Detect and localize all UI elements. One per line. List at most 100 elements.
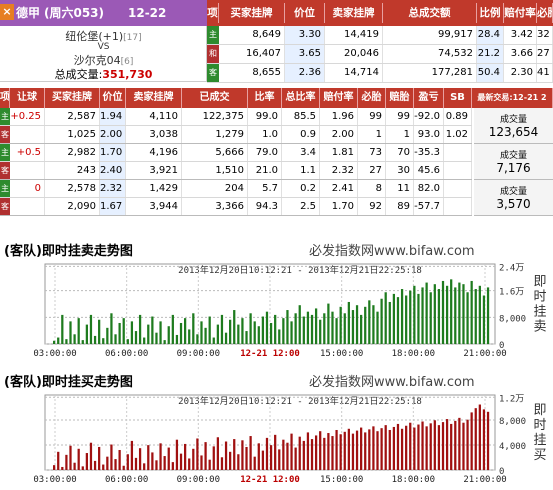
- chart2-bar: [175, 439, 179, 470]
- chart2: 1.2万8,0004,00002013年12月20日10:12:21 - 201…: [33, 394, 547, 485]
- chart1-bar: [220, 314, 224, 344]
- handicap-cell-b: 11: [386, 180, 414, 197]
- chart2-bar: [188, 458, 191, 470]
- handicap-cell-price: 1.70: [100, 144, 126, 161]
- chart1-bar: [241, 318, 244, 344]
- chart2-bar: [454, 420, 457, 470]
- chart1-bar: [212, 337, 215, 344]
- odds-side-badge: 客: [207, 64, 219, 82]
- chart2-bar: [384, 425, 387, 470]
- chart1: 2.4万1.6万8,00002013年12月20日10:12:21 - 2013…: [33, 263, 546, 359]
- chart1-bar: [282, 318, 285, 344]
- chart1-bar: [429, 292, 432, 344]
- chart2-bar: [302, 440, 305, 470]
- chart1-bar: [81, 340, 84, 344]
- chart1-bar: [388, 301, 391, 344]
- chart1-xtick: 15:00:00: [320, 349, 363, 359]
- handicap-row[interactable]: 客 243 2.40 3,921 1,510 21.0 1.1 2.32 27 30 45.6: [0, 162, 472, 180]
- handicap-cell-done: 1,510: [182, 162, 248, 179]
- vs-label: VS: [97, 42, 110, 52]
- volume-box: 成交量 3,570: [474, 180, 553, 216]
- handicap-cell-trate: 0.2: [282, 180, 320, 197]
- chart1-bar: [110, 313, 113, 344]
- handicap-cell-a: 92: [358, 198, 386, 215]
- chart1-bar: [93, 335, 97, 344]
- chart1-bar: [482, 295, 486, 344]
- chart1-bar: [249, 313, 252, 344]
- chart2-bar: [118, 449, 121, 470]
- chart2-bar: [417, 424, 420, 470]
- handicap-cell-sell: 4,110: [126, 108, 182, 125]
- chart1-bar: [134, 331, 138, 344]
- chart1-xtick: 21:00:00: [463, 349, 506, 359]
- chart1-bar: [274, 314, 277, 344]
- chart2-bar: [122, 465, 125, 470]
- handicap-side-badge: 客: [0, 198, 10, 215]
- chart2-bar: [138, 448, 142, 470]
- handicap-row[interactable]: 主 0 2,578 2.32 1,429 204 5.7 0.2 2.41 8 11 82.0: [0, 180, 472, 198]
- handicap-header-13: 最新交易:12-21 2: [472, 88, 553, 108]
- chart2-bar: [229, 451, 232, 470]
- chart1-bar: [167, 326, 170, 344]
- odds-row[interactable]: 客 8,655 2.36 14,714 177,281 50.4 2.30 41: [207, 64, 553, 83]
- chart2-side-label: 即时挂买: [531, 403, 547, 463]
- chart1-bar: [245, 331, 248, 344]
- chart2-bar: [106, 456, 109, 470]
- chart1-bar: [343, 313, 346, 344]
- chart1-bar: [286, 310, 289, 344]
- chart1-bar: [229, 319, 232, 344]
- chart2-xtick: 12-21 12:00: [240, 475, 300, 485]
- handicap-cell-sb: [444, 144, 472, 161]
- chart2-ytick: 8,000: [499, 417, 526, 427]
- chart2-bar: [257, 443, 260, 470]
- handicap-cell-sell: 4,196: [126, 144, 182, 161]
- chart2-bar: [466, 419, 469, 470]
- handicap-row[interactable]: 客 2,090 1.67 3,944 3,366 94.3 2.5 1.70 92 89 -57.7: [0, 198, 472, 216]
- chart2-xtick: 15:00:00: [320, 475, 363, 485]
- handicap-cell-buy: 1,025: [45, 126, 100, 143]
- chart2-bar: [323, 437, 326, 470]
- odds-row[interactable]: 和 16,407 3.65 20,046 74,532 21.2 3.66 27: [207, 45, 553, 64]
- handicap-table-body: 主 +0.25 2,587 1.94 4,110 122,375 99.0 85.5 1.96 9…: [0, 108, 553, 216]
- handicap-header-3: 价位: [100, 88, 126, 108]
- chart1-bar: [204, 327, 207, 344]
- chart2-bar: [474, 408, 477, 470]
- odds-cell-payout: 3.66: [504, 45, 537, 63]
- odds-cell-ratio: 21.2: [477, 45, 504, 63]
- chart2-bar: [200, 455, 203, 470]
- chart1-bar: [77, 318, 80, 344]
- chart1-bar: [257, 326, 260, 344]
- chart1-bar: [314, 308, 318, 344]
- chart1-bar: [392, 293, 396, 344]
- chart2-bar: [233, 439, 236, 470]
- odds-header-0: 项: [207, 3, 219, 23]
- handicap-cell-b: 99: [386, 108, 414, 125]
- odds-header-1: 买家挂牌: [219, 3, 285, 23]
- chart2-bar: [65, 454, 68, 470]
- odds-header-5: 比例: [477, 3, 504, 23]
- chart2-bar: [265, 437, 269, 470]
- handicap-row[interactable]: 主 +0.5 2,982 1.70 4,196 5,666 79.0 3.4 1.81 73 70-…: [0, 144, 472, 162]
- handicap-cell-sb: [444, 162, 472, 179]
- handicap-cell-pl: -57.7: [414, 198, 444, 215]
- volume-box: 成交量 7,176: [474, 144, 553, 180]
- odds-row[interactable]: 主 8,649 3.30 14,419 99,917 28.4 3.42 32: [207, 26, 553, 45]
- chart2-bar: [360, 427, 363, 470]
- chart1-bar: [102, 338, 105, 344]
- chart1-bar: [192, 313, 195, 344]
- chart1-bar: [159, 321, 162, 344]
- handicap-row[interactable]: 客 1,025 2.00 3,038 1,279 1.0 0.9 2.00 1 1 93.0 1.02: [0, 126, 472, 144]
- chart1-bar: [474, 289, 477, 344]
- odds-cell-extra: 27: [537, 45, 553, 63]
- chart2-bar: [286, 442, 289, 470]
- close-icon[interactable]: ×: [0, 4, 14, 20]
- chart1-bar: [351, 310, 355, 344]
- handicap-cell-a: 1: [358, 126, 386, 143]
- chart1-bar: [261, 316, 265, 344]
- handicap-cell-sell: 3,921: [126, 162, 182, 179]
- handicap-row[interactable]: 主 +0.25 2,587 1.94 4,110 122,375 99.0 85.5 1.96 9…: [0, 108, 472, 126]
- chart2-bar: [355, 430, 359, 470]
- chart1-bar: [405, 295, 408, 344]
- handicap-cell-rate: 79.0: [248, 144, 282, 161]
- handicap-cell-price: 2.00: [100, 126, 126, 143]
